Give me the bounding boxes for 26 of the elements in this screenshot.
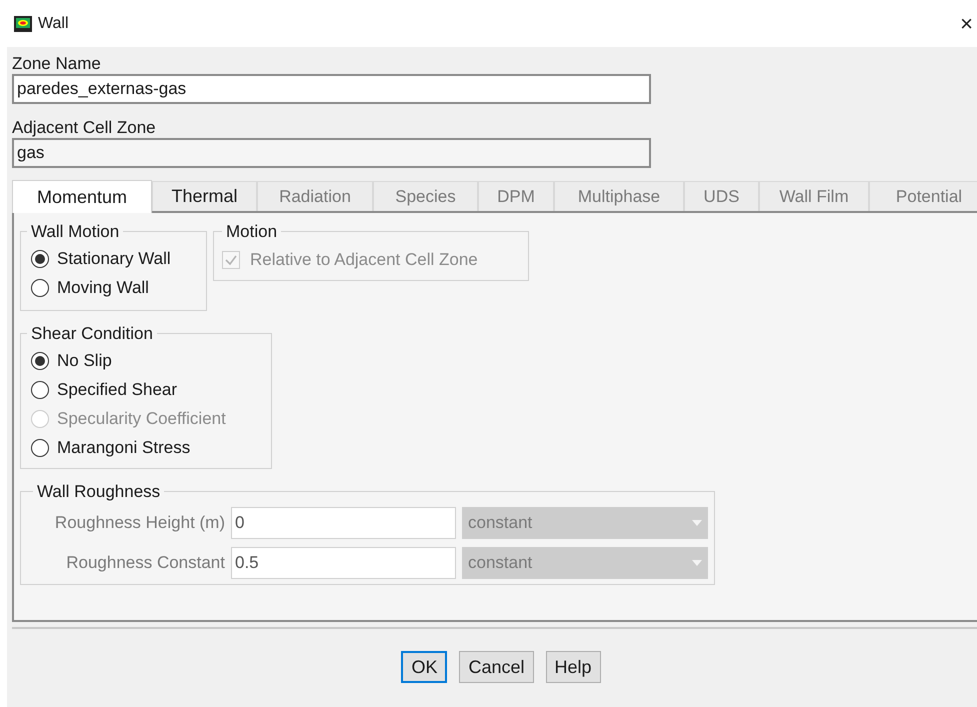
adjacent-cell-zone-field[interactable]: gas (12, 138, 651, 168)
field-label: Zone Name (12, 54, 102, 74)
group-title: Wall Motion (30, 221, 120, 243)
dialog-button[interactable]: Help (546, 651, 601, 683)
field-label: Roughness Height (m) (54, 512, 225, 534)
close-button[interactable]: × (958, 12, 975, 34)
radio-option[interactable]: Stationary Wall (31, 244, 196, 274)
field-label: Roughness Constant (65, 552, 225, 574)
group-title: Motion (225, 221, 278, 243)
radio-option[interactable]: No Slip (31, 346, 261, 376)
group-title: Shear Condition (30, 323, 154, 345)
dropdown-arrow-icon (692, 520, 702, 526)
radio-option[interactable]: Specified Shear (31, 376, 261, 404)
window-title: Wall (38, 14, 69, 34)
radio-option[interactable]: Marangoni Stress (31, 434, 261, 462)
zone-name-field[interactable]: paredes_externas-gas (12, 74, 651, 104)
tab[interactable]: Thermal (152, 181, 257, 211)
field-label: Adjacent Cell Zone (12, 118, 157, 138)
dialog-button[interactable]: Cancel (459, 651, 534, 683)
app-icon (14, 16, 32, 32)
radio-option[interactable]: Moving Wall (31, 274, 196, 302)
group-title: Wall Roughness (36, 481, 162, 503)
tab[interactable]: Momentum (12, 180, 152, 213)
dropdown-arrow-icon (692, 560, 702, 566)
dialog-button[interactable]: OK (401, 651, 448, 683)
checkmark-icon (224, 252, 238, 266)
